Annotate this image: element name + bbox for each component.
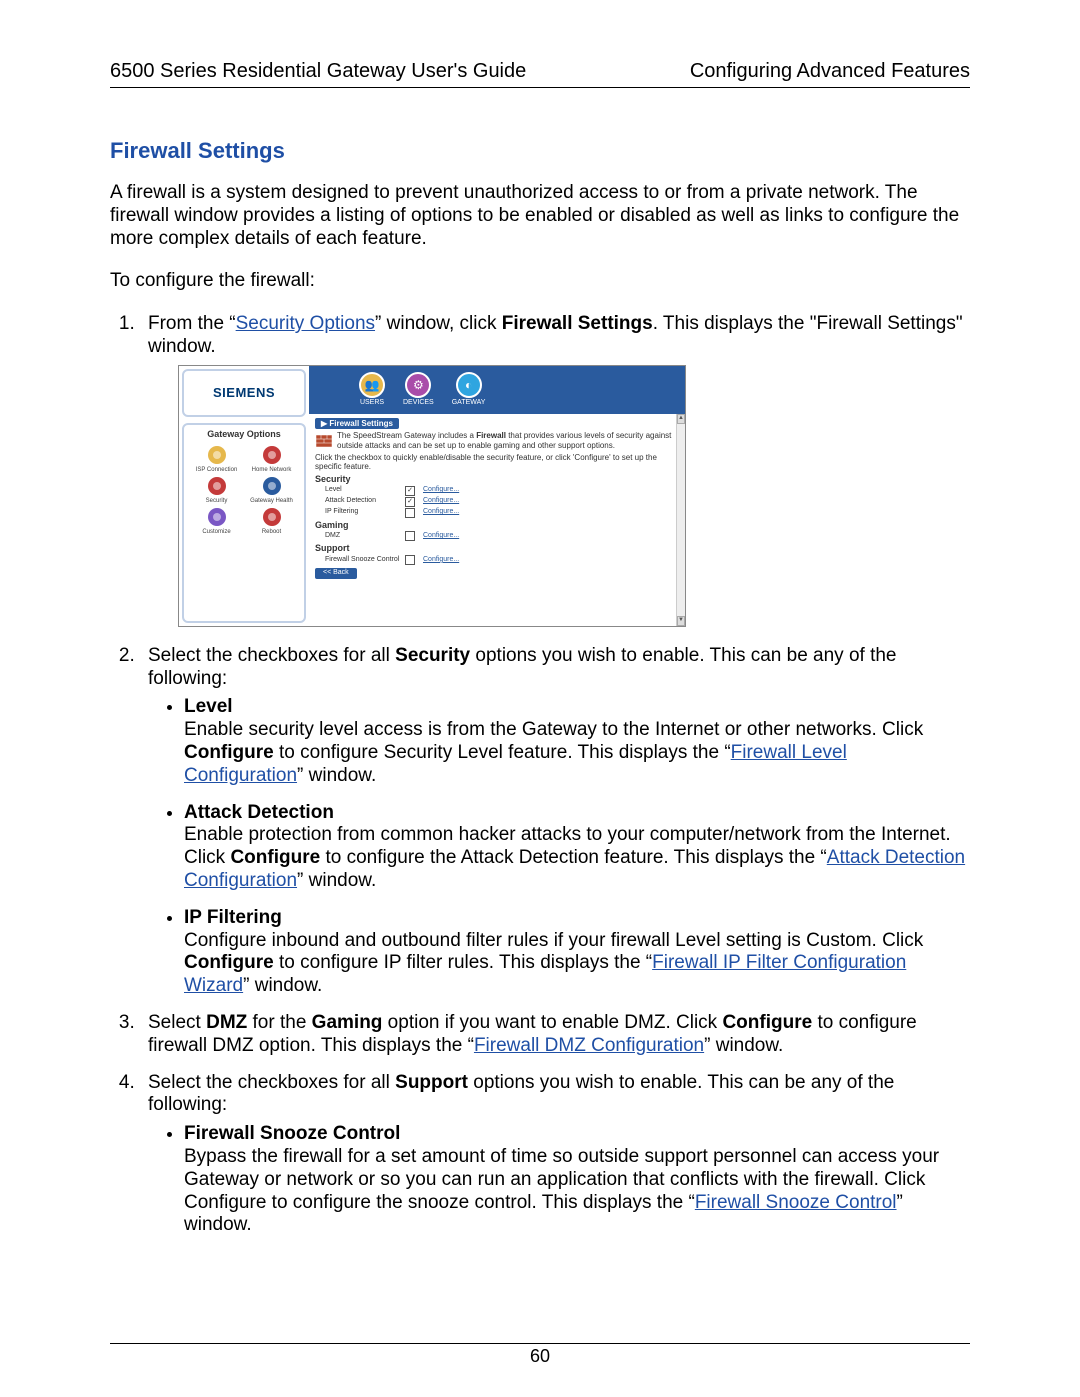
gateway-option-isp-connection[interactable]: ISP Connection — [190, 444, 243, 473]
bullet-attack-title: Attack Detection — [184, 802, 334, 823]
row-label: Level — [325, 486, 405, 494]
step3-t1: Select — [148, 1012, 206, 1033]
row-label: DMZ — [325, 532, 405, 540]
step-1-text: From the “ — [148, 313, 236, 334]
configure-link[interactable]: Configure... — [423, 497, 483, 505]
step-4: Select the checkboxes for all Support op… — [140, 1072, 970, 1238]
step-3: Select DMZ for the Gaming option if you … — [140, 1012, 970, 1058]
row-ip-filtering: IP Filtering Configure... — [315, 508, 679, 518]
scroll-down-icon[interactable]: ▼ — [677, 616, 685, 626]
gateway-options-panel: Gateway Options ISP ConnectionHome Netwo… — [182, 423, 306, 623]
firewall-icon — [315, 432, 333, 450]
step3-t2: for the — [247, 1012, 311, 1033]
checkbox[interactable] — [405, 555, 415, 565]
step-4-bullets: Firewall Snooze Control Bypass the firew… — [148, 1123, 970, 1237]
row-dmz: DMZ Configure... — [315, 531, 679, 541]
bullet-level: Level Enable security level access is fr… — [184, 696, 970, 787]
section-header-gaming: Gaming — [315, 520, 679, 531]
step3-b3: Configure — [722, 1012, 812, 1033]
bullet-level-text3: ” window. — [297, 765, 376, 786]
bullet-attack: Attack Detection Enable protection from … — [184, 802, 970, 893]
step-2-bullets: Level Enable security level access is fr… — [148, 696, 970, 998]
gateway-option-home-network[interactable]: Home Network — [245, 444, 298, 473]
scrollbar[interactable]: ▲ ▼ — [676, 414, 685, 626]
step-2-pre: Select the checkboxes for all — [148, 645, 395, 666]
checkbox[interactable]: ✓ — [405, 497, 415, 507]
intro-paragraph: A firewall is a system designed to preve… — [110, 182, 970, 250]
row-level: Level✓ Configure... — [315, 486, 679, 496]
shot-intro-2: Click the checkbox to quickly enable/dis… — [315, 453, 679, 472]
bullet-level-bold: Configure — [184, 742, 274, 763]
bullet-level-title: Level — [184, 696, 233, 717]
step3-b2: Gaming — [312, 1012, 383, 1033]
back-button[interactable]: << Back — [315, 568, 357, 578]
step-2: Select the checkboxes for all Security o… — [140, 645, 970, 998]
row-label: IP Filtering — [325, 508, 405, 516]
bullet-ipfilter: IP Filtering Configure inbound and outbo… — [184, 907, 970, 998]
bullet-attack-text3: ” window. — [297, 870, 376, 891]
firewall-settings-screenshot: SIEMENS Gateway Options ISP ConnectionHo… — [178, 365, 686, 627]
header-right: Configuring Advanced Features — [690, 60, 970, 83]
step-1: From the “Security Options” window, clic… — [140, 313, 970, 627]
row-label: Firewall Snooze Control — [325, 556, 405, 564]
page-number: 60 — [110, 1343, 970, 1367]
shot-main: 👥USERS ⚙DEVICES ◐GATEWAY ▶ Firewall Settin… — [309, 366, 685, 626]
security-options-link[interactable]: Security Options — [236, 313, 375, 334]
scroll-up-icon[interactable]: ▲ — [677, 414, 685, 424]
page-header: 6500 Series Residential Gateway User's G… — [110, 60, 970, 88]
step-1-bold: Firewall Settings — [502, 313, 653, 334]
bullet-attack-bold: Configure — [230, 847, 320, 868]
topbar-devices[interactable]: ⚙DEVICES — [403, 372, 434, 407]
row-attack-detection: Attack Detection✓ Configure... — [315, 497, 679, 507]
bullet-ipfilter-title: IP Filtering — [184, 907, 282, 928]
bullet-snooze-title: Firewall Snooze Control — [184, 1123, 400, 1144]
dmz-config-link[interactable]: Firewall DMZ Configuration — [474, 1035, 704, 1056]
checkbox[interactable] — [405, 508, 415, 518]
section-header-security: Security — [315, 474, 679, 485]
bullet-attack-text2: to configure the Attack Detection featur… — [320, 847, 827, 868]
bullet-level-text1: Enable security level access is from the… — [184, 719, 923, 740]
shot-body: ▶ Firewall Settings The SpeedStream Gate… — [309, 414, 685, 626]
gateway-option-gateway-health[interactable]: Gateway Health — [245, 475, 298, 504]
shot-intro-1: The SpeedStream Gateway includes a Firew… — [337, 431, 679, 450]
row-firewall-snooze-control: Firewall Snooze Control Configure... — [315, 555, 679, 565]
step4-bold: Support — [395, 1072, 468, 1093]
step-2-bold: Security — [395, 645, 470, 666]
section-header-support: Support — [315, 543, 679, 554]
row-label: Attack Detection — [325, 497, 405, 505]
step3-b1: DMZ — [206, 1012, 247, 1033]
configure-link[interactable]: Configure... — [423, 556, 483, 564]
breadcrumb: ▶ Firewall Settings — [315, 418, 399, 430]
topbar-gateway[interactable]: ◐GATEWAY — [452, 372, 486, 407]
bullet-ip-bold: Configure — [184, 952, 274, 973]
topbar-users[interactable]: 👥USERS — [359, 372, 385, 407]
step-1-mid: ” window, click — [375, 313, 502, 334]
gateway-option-security[interactable]: Security — [190, 475, 243, 504]
section-title: Firewall Settings — [110, 138, 970, 164]
step3-t3: option if you want to enable DMZ. Click — [382, 1012, 722, 1033]
step4-pre: Select the checkboxes for all — [148, 1072, 395, 1093]
lead-in: To configure the firewall: — [110, 270, 970, 293]
snooze-control-link[interactable]: Firewall Snooze Control — [695, 1192, 897, 1213]
bullet-ip-text3: ” window. — [243, 975, 322, 996]
step3-t5: ” window. — [704, 1035, 783, 1056]
configure-link[interactable]: Configure... — [423, 508, 483, 516]
configure-link[interactable]: Configure... — [423, 486, 483, 494]
bullet-ip-text1: Configure inbound and outbound filter ru… — [184, 930, 923, 951]
checkbox[interactable] — [405, 531, 415, 541]
siemens-logo: SIEMENS — [182, 369, 306, 417]
gateway-option-reboot[interactable]: Reboot — [245, 506, 298, 535]
shot-topbar: 👥USERS ⚙DEVICES ◐GATEWAY — [309, 366, 685, 414]
page: 6500 Series Residential Gateway User's G… — [0, 0, 1080, 1397]
configure-link[interactable]: Configure... — [423, 532, 483, 540]
gateway-options-title: Gateway Options — [184, 425, 304, 442]
steps-list: From the “Security Options” window, clic… — [110, 313, 970, 1237]
bullet-level-text2: to configure Security Level feature. Thi… — [274, 742, 731, 763]
header-left: 6500 Series Residential Gateway User's G… — [110, 60, 526, 83]
shot-sidebar: SIEMENS Gateway Options ISP ConnectionHo… — [179, 366, 309, 626]
bullet-ip-text2: to configure IP filter rules. This displ… — [274, 952, 652, 973]
gateway-option-customize[interactable]: Customize — [190, 506, 243, 535]
checkbox[interactable]: ✓ — [405, 486, 415, 496]
bullet-snooze: Firewall Snooze Control Bypass the firew… — [184, 1123, 970, 1237]
